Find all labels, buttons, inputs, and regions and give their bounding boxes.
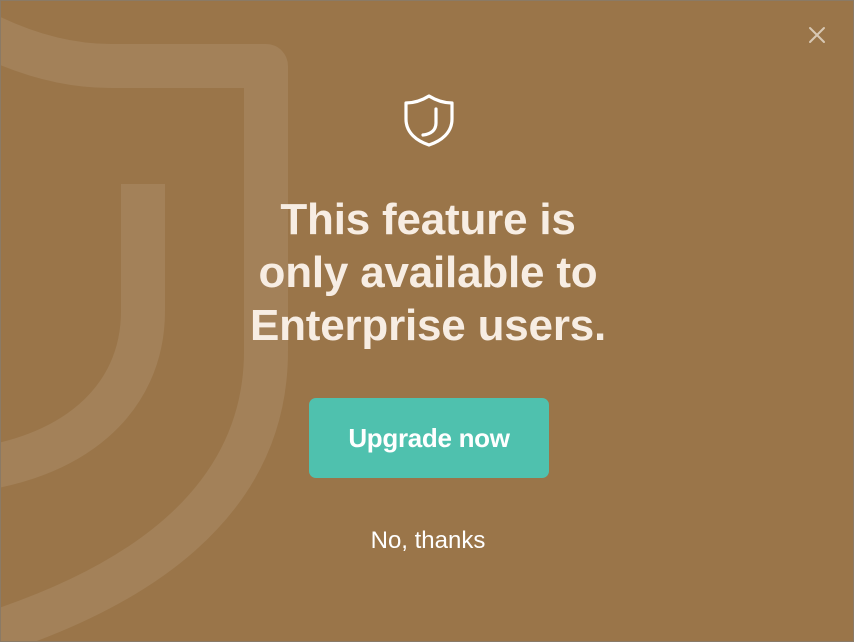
enterprise-upsell-modal: This feature is only available to Enterp… <box>0 0 854 642</box>
upgrade-now-button[interactable]: Upgrade now <box>309 398 549 478</box>
headline-line-3: Enterprise users. <box>249 301 607 350</box>
headline-line-2: only available to <box>258 248 598 297</box>
no-thanks-link[interactable]: No, thanks <box>328 523 528 559</box>
shield-icon <box>404 94 454 147</box>
headline-line-1: This feature is <box>280 195 576 244</box>
modal-headline: This feature is only available to Enterp… <box>1 193 853 352</box>
close-icon[interactable] <box>807 25 827 45</box>
